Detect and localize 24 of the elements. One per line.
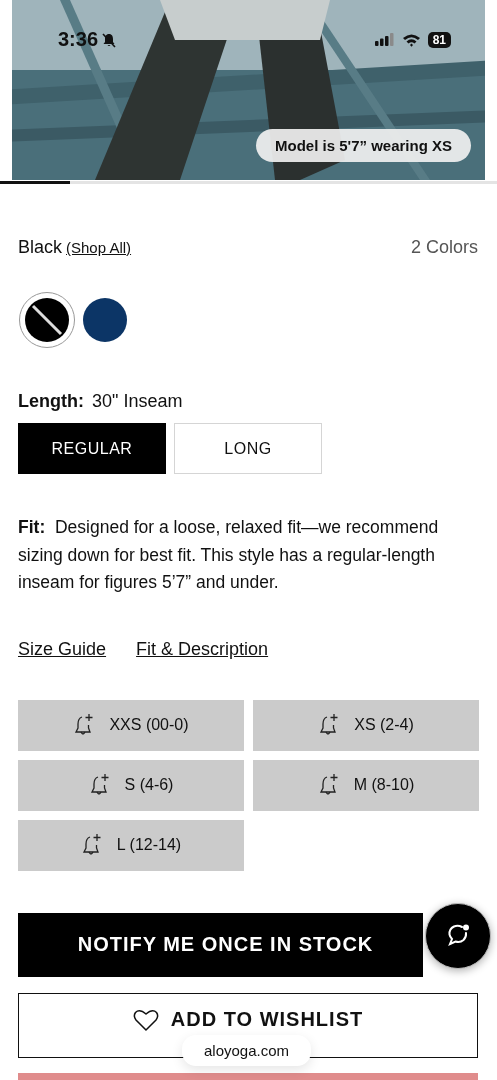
info-link[interactable]: Size Guide — [18, 638, 107, 660]
length-option[interactable]: LONG — [174, 423, 322, 474]
size-option[interactable]: S (4-6) — [18, 759, 244, 811]
size-option[interactable]: M (8-10) — [253, 759, 479, 811]
size-option[interactable]: XS (2-4) — [253, 699, 479, 751]
length-value: 30" Inseam — [92, 391, 183, 412]
status-time: 3:36 — [58, 28, 99, 51]
size-option[interactable]: XXS (00-0) — [18, 699, 244, 751]
heart-icon — [132, 1007, 159, 1032]
model-info-badge: Model is 5'7” wearing XS — [256, 129, 471, 162]
color-name: Black — [18, 237, 62, 258]
size-option[interactable]: L (12-14) — [18, 819, 244, 871]
shop-all-link[interactable]: (Shop All) — [66, 239, 132, 256]
length-label: Length: — [18, 391, 84, 412]
fit-description: Fit: Designed for a loose, relaxed fit—we recommend sizing down for best fit. This style has a regular-length inseam for figures 5’7” and under. — [18, 516, 440, 594]
notify-button[interactable]: NOTIFY ME ONCE IN STOCK — [18, 912, 423, 977]
signal-icon — [374, 33, 395, 46]
wifi-icon — [401, 32, 421, 47]
length-option[interactable]: REGULAR — [18, 423, 166, 474]
color-count: 2 Colors — [410, 237, 478, 258]
url-pill: aloyoga.com — [182, 1034, 312, 1066]
chat-button[interactable] — [425, 902, 491, 969]
info-link[interactable]: Fit & Description — [136, 638, 269, 660]
color-swatch[interactable] — [83, 298, 127, 342]
